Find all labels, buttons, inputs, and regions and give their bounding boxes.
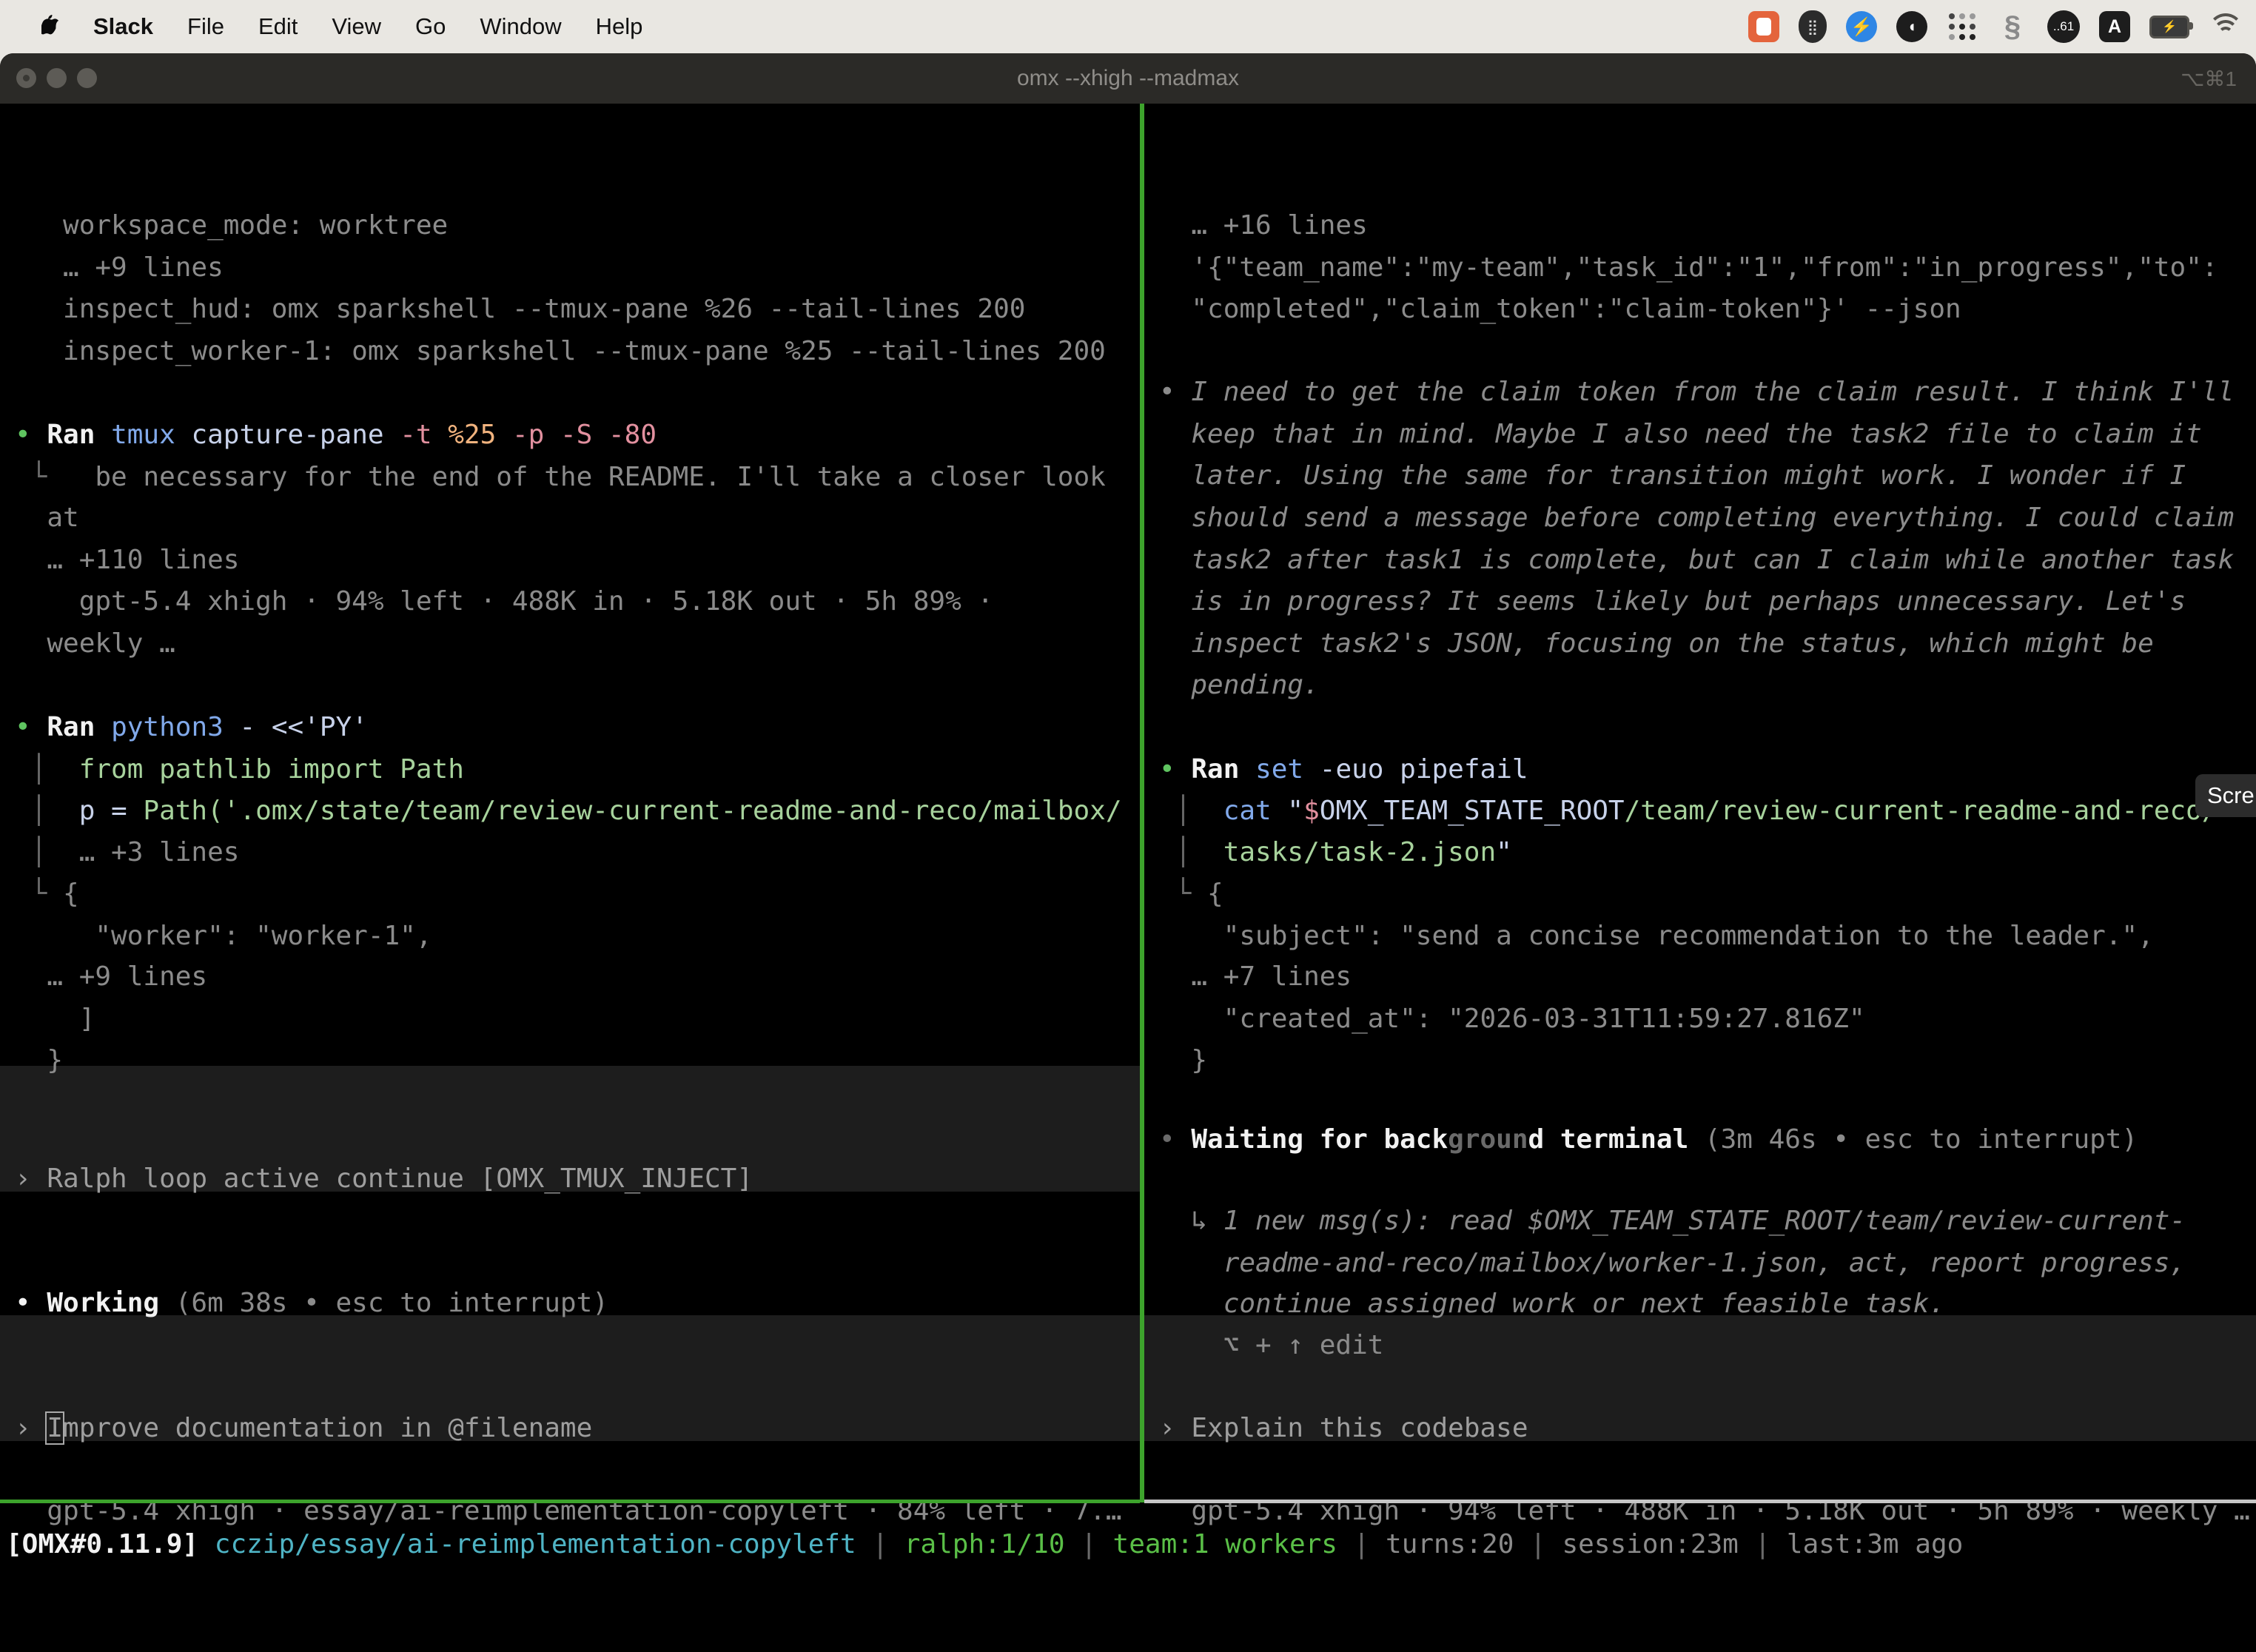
menu-edit[interactable]: Edit — [258, 13, 298, 40]
apple-menu-icon[interactable] — [41, 15, 61, 38]
menu-file[interactable]: File — [187, 13, 224, 40]
menu-go[interactable]: Go — [415, 13, 446, 40]
messenger-icon[interactable]: ⚡ — [1846, 11, 1877, 42]
menu-status-icons: ⣿ ⚡ ◖ § ..61 A ⚡ — [1748, 0, 2243, 53]
menu-view[interactable]: View — [332, 13, 381, 40]
terminal-line: [OMX#0.11.9] cczip/essay/ai-reimplementa… — [6, 1523, 1963, 1566]
chat-app-icon[interactable] — [1748, 11, 1779, 42]
omx-status-pane: [OMX#0.11.9] cczip/essay/ai-reimplementa… — [6, 104, 2256, 1652]
screen: Slack File Edit View Go Window Help ⣿ ⚡ … — [0, 0, 2256, 1652]
menu-help[interactable]: Help — [596, 13, 643, 40]
keypad-shield-icon[interactable]: ⣿ — [1799, 10, 1827, 43]
screen-tooltip: Scre — [2195, 774, 2256, 817]
dark-crescent-icon[interactable]: ◖ — [1896, 11, 1927, 42]
window-titlebar[interactable]: omx --xhigh --madmax ⌥⌘1 — [0, 53, 2256, 104]
terminal-window: omx --xhigh --madmax ⌥⌘1 workspace_mode:… — [0, 53, 2256, 1652]
a-badge-icon[interactable]: A — [2099, 11, 2130, 42]
menu-app-name[interactable]: Slack — [93, 13, 153, 40]
battery-icon[interactable]: ⚡ — [2149, 16, 2189, 38]
counter-badge-icon[interactable]: ..61 — [2047, 10, 2080, 43]
terminal-content: workspace_mode: worktree … +9 lines insp… — [0, 104, 2256, 1652]
window-shortcut-hint: ⌥⌘1 — [2181, 53, 2237, 104]
menu-window[interactable]: Window — [480, 13, 561, 40]
dots-grid-icon[interactable] — [1947, 11, 1978, 42]
menu-bar: Slack File Edit View Go Window Help ⣿ ⚡ … — [0, 0, 2256, 53]
wifi-icon[interactable] — [2209, 13, 2243, 40]
squiggle-icon[interactable]: § — [1997, 11, 2028, 42]
window-title: omx --xhigh --madmax — [0, 53, 2256, 104]
